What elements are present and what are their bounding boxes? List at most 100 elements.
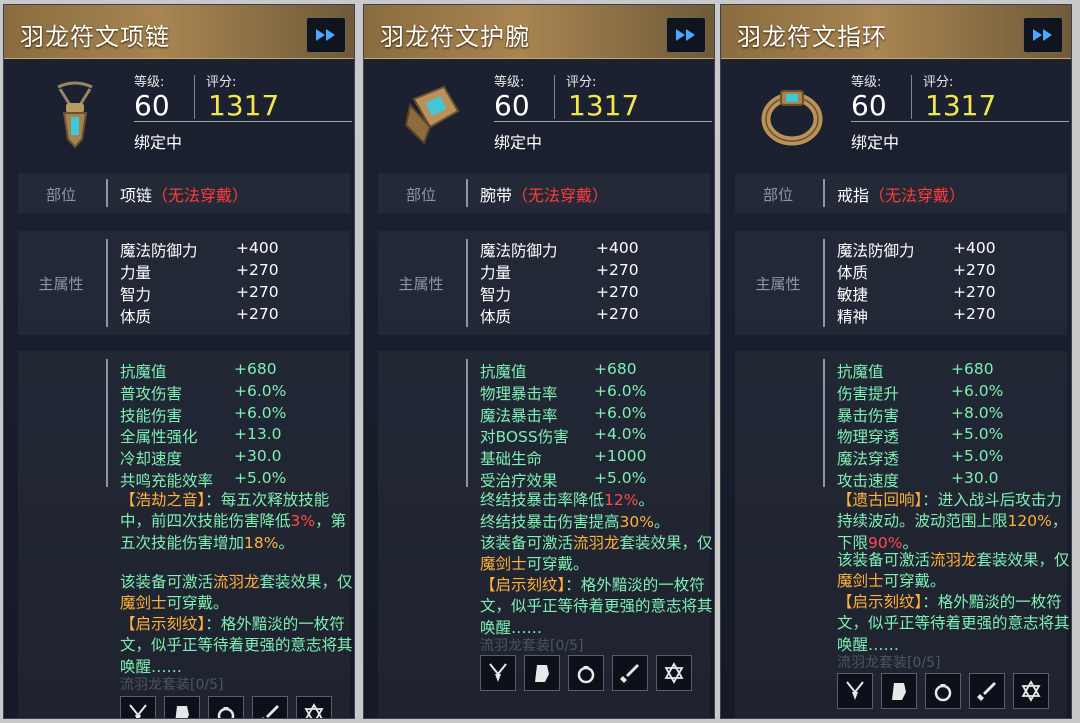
- stat-value: +270: [596, 283, 639, 301]
- item-header: 等级: 评分: 60 1317 绑定中: [364, 61, 714, 165]
- stat-value: +400: [953, 239, 996, 257]
- slot-name: 项链: [120, 186, 153, 205]
- set-slot-star[interactable]: [656, 655, 692, 691]
- stat-value: +4.0%: [594, 425, 647, 443]
- divider: [466, 359, 468, 487]
- divider: [106, 239, 108, 327]
- level-label: 等级:: [851, 75, 882, 90]
- set-desc-text: 套装效果，仅: [259, 573, 353, 591]
- class-name: 魔剑士: [120, 594, 167, 613]
- set-slot-icons: [120, 696, 332, 718]
- extra-stat-row: 魔法穿透 +5.0%: [837, 447, 1003, 469]
- item-title: 羽龙符文指环: [737, 23, 887, 51]
- stat-name: 魔法防御力: [480, 242, 558, 260]
- score-value: 1317: [208, 89, 280, 122]
- ring-icon: [577, 666, 595, 684]
- set-desc-text: 该装备可激活: [480, 534, 574, 552]
- stat-value: +270: [953, 283, 996, 301]
- special-effect-text: 【浩劫之音】：每五次释放技能中，前四次技能伤害降低3%，第五次技能伤害增加18%…: [120, 490, 354, 554]
- stat-value: +5.0%: [234, 469, 287, 487]
- set-slot-ring[interactable]: [925, 673, 961, 709]
- special-effect-desc: 。: [653, 513, 670, 531]
- set-slot-weapon[interactable]: [969, 673, 1005, 709]
- ring-icon: [217, 707, 235, 718]
- stat-name: 抗魔值: [480, 363, 527, 381]
- stat-name: 共鸣充能效率: [120, 472, 214, 490]
- special-effect-desc: 。: [278, 533, 294, 552]
- item-title: 羽龙符文项链: [20, 23, 170, 51]
- extra-stat-row: 暴击伤害 +8.0%: [837, 404, 1003, 426]
- special-effect-value: 12%: [604, 491, 639, 509]
- set-name: 流羽龙: [573, 534, 620, 552]
- set-name: 流羽龙: [930, 551, 977, 569]
- stat-value: +680: [951, 360, 994, 378]
- expand-button[interactable]: [666, 17, 706, 53]
- extra-stat-row: 物理暴击率 +6.0%: [480, 382, 646, 404]
- main-stats-section: 主属性 魔法防御力 +400 力量 +270 智力 +270 体质 +270: [18, 231, 350, 335]
- stat-name: 体质: [120, 308, 152, 326]
- divider: [823, 359, 825, 487]
- special-effect-value: 18%: [244, 533, 279, 552]
- set-slot-weapon[interactable]: [612, 655, 648, 691]
- stat-name: 力量: [480, 264, 512, 282]
- set-slot-star[interactable]: [296, 696, 332, 718]
- slot-warning: （无法穿戴）: [152, 186, 249, 205]
- set-slot-bracer[interactable]: [164, 696, 200, 718]
- stat-value: +5.0%: [594, 469, 647, 487]
- item-title: 羽龙符文护腕: [380, 23, 530, 51]
- set-slot-icons: [837, 673, 1049, 709]
- divider: [554, 75, 555, 119]
- set-slot-bracer[interactable]: [524, 655, 560, 691]
- stat-value: +270: [953, 261, 996, 279]
- rune-name: 【启示刻纹】: [120, 615, 206, 633]
- class-name: 魔剑士: [837, 572, 884, 591]
- slot-value: 腕带（无法穿戴）: [480, 182, 608, 206]
- stat-name: 抗魔值: [837, 363, 884, 381]
- special-effect-value: 30%: [619, 513, 654, 531]
- tooltip-titlebar: 羽龙符文指环: [721, 5, 1071, 59]
- divider: [106, 359, 108, 487]
- set-description: 该装备可激活流羽龙套装效果，仅魔剑士可穿戴。: [837, 550, 1071, 593]
- expand-button[interactable]: [1023, 17, 1063, 53]
- ring-item-icon: [761, 90, 823, 146]
- set-slot-star[interactable]: [1013, 673, 1049, 709]
- stat-value: +270: [596, 305, 639, 323]
- set-desc-text: 套装效果，仅: [619, 534, 713, 552]
- set-slot-bracer[interactable]: [881, 673, 917, 709]
- extra-stat-row: 攻击速度 +30.0: [837, 469, 999, 491]
- extra-stat-row: 伤害提升 +6.0%: [837, 382, 1003, 404]
- bracer-item-icon: [404, 85, 460, 145]
- main-stat-row: 精神 +270: [837, 305, 996, 327]
- double-chevron-right-icon: [1033, 29, 1052, 41]
- stat-name: 力量: [120, 264, 152, 282]
- slot-name: 戒指: [837, 186, 870, 205]
- stat-name: 体质: [837, 264, 869, 282]
- divider: [823, 239, 825, 327]
- double-chevron-right-icon: [316, 29, 335, 41]
- ring-icon: [934, 684, 952, 702]
- extra-stats-section: 抗魔值 +680 物理暴击率 +6.0% 魔法暴击率 +6.0% 对BOSS伤害 +4.…: [378, 351, 713, 718]
- slot-section: 部位 戒指（无法穿戴）: [735, 173, 1067, 213]
- stat-name: 魔法穿透: [837, 450, 900, 468]
- set-slot-weapon[interactable]: [252, 696, 288, 718]
- set-slot-necklace[interactable]: [480, 655, 516, 691]
- stat-value: +680: [594, 360, 637, 378]
- bracer-icon: [892, 683, 906, 700]
- stat-name: 智力: [120, 286, 152, 304]
- stat-value: +8.0%: [951, 404, 1004, 422]
- extra-stat-row: 魔法暴击率 +6.0%: [480, 404, 646, 426]
- necklace-icon: [846, 681, 864, 700]
- set-slot-ring[interactable]: [568, 655, 604, 691]
- special-effect-text: 【遗古回响】：进入战斗后攻击力持续波动。波动范围上限120%，下限90%。: [837, 490, 1071, 554]
- set-slot-necklace[interactable]: [120, 696, 156, 718]
- special-effect-desc: 。: [638, 491, 654, 509]
- set-slot-necklace[interactable]: [837, 673, 873, 709]
- level-value: 60: [494, 89, 530, 122]
- slot-warning: （无法穿戴）: [512, 186, 609, 205]
- item-tooltip-ring: 羽龙符文指环 等级: 评分: 60 1317 绑定中 部位 戒指（无法穿戴） 主…: [720, 4, 1072, 719]
- bracer-icon: [535, 665, 549, 682]
- expand-button[interactable]: [306, 17, 346, 53]
- stat-value: +1000: [594, 447, 647, 465]
- set-slot-ring[interactable]: [208, 696, 244, 718]
- stat-name: 魔法防御力: [837, 242, 915, 260]
